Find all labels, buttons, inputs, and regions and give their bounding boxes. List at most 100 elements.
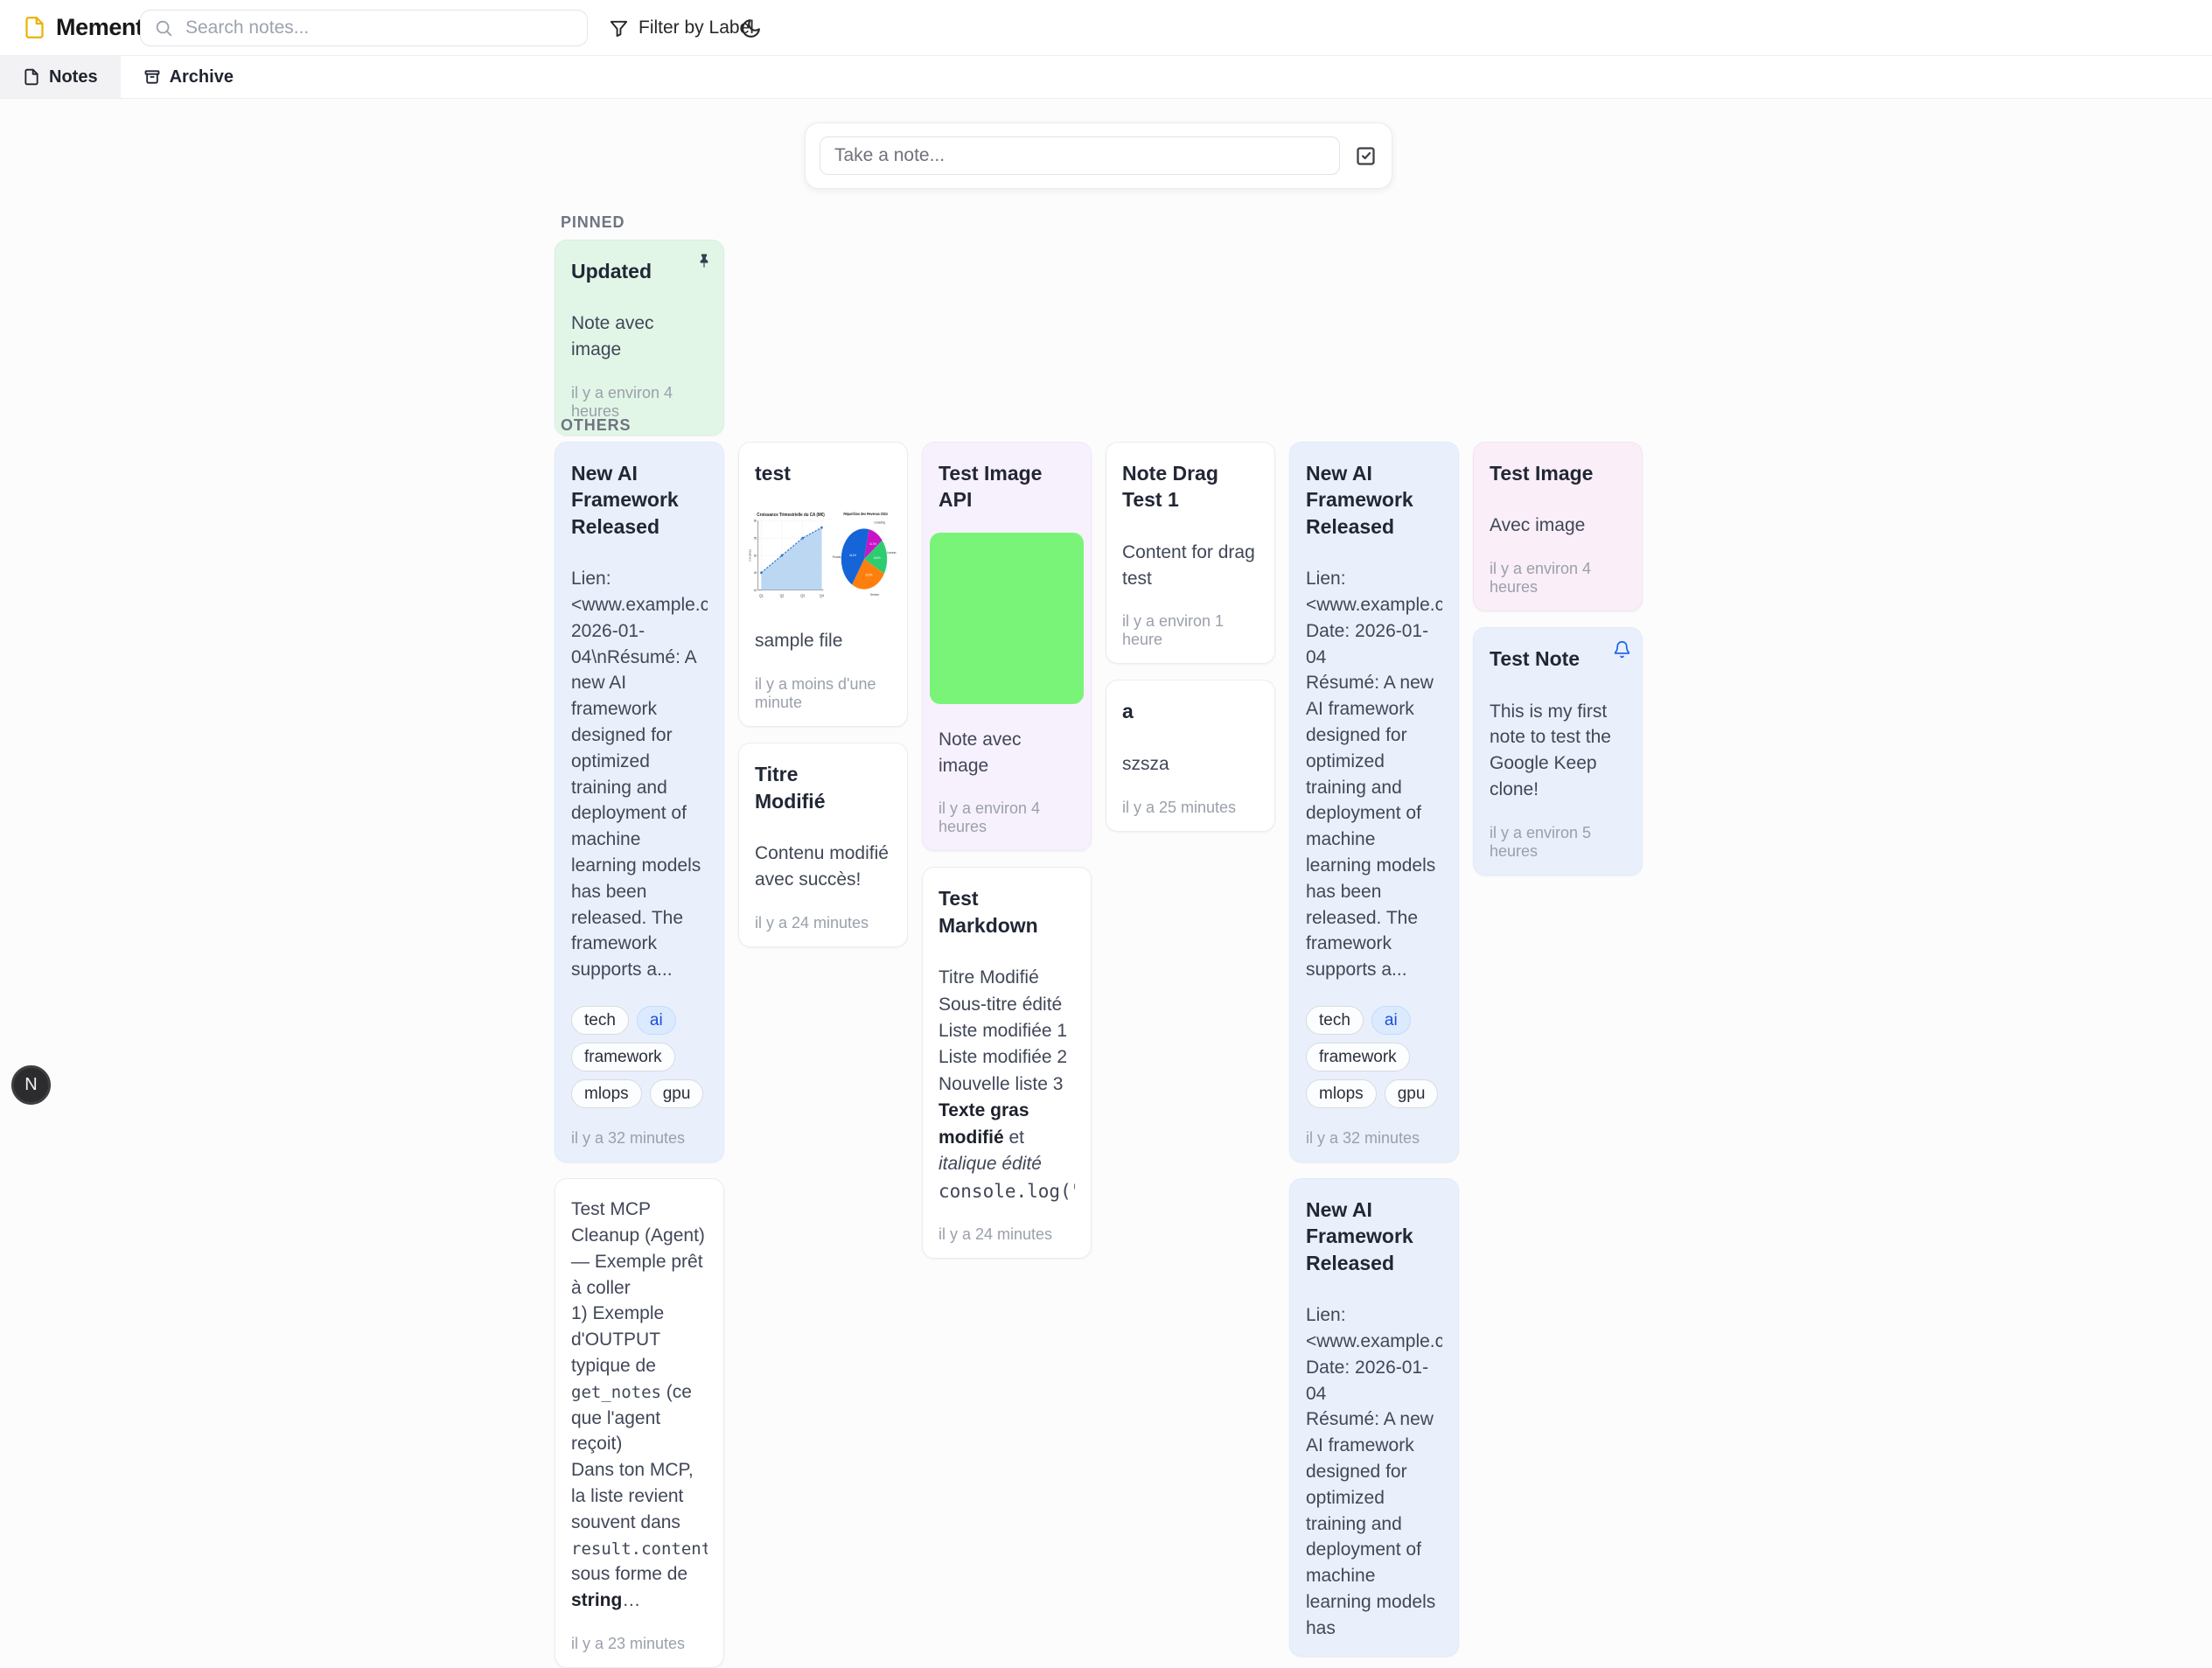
pie-chart-thumbnail[interactable]: Répartition des Revenus 2024 11.1% 18.5%… xyxy=(832,507,899,604)
archive-box-icon xyxy=(143,68,161,86)
x-tick: Q1 xyxy=(759,593,764,597)
md-line: Sous-titre édité xyxy=(939,992,1075,1018)
user-avatar-button[interactable]: N xyxy=(11,1065,51,1105)
tag-mlops[interactable]: mlops xyxy=(571,1079,642,1108)
grid-column-5: New AI Framework Released Lien: <www.exa… xyxy=(1289,442,1459,1657)
note-timestamp: il y a 32 minutes xyxy=(571,1108,708,1148)
note-card-new-ai-framework-2[interactable]: New AI Framework Released Lien: <www.exa… xyxy=(1289,442,1459,1162)
body-text: et xyxy=(1004,1127,1024,1148)
note-title: a xyxy=(1122,698,1259,724)
note-card-titre-modifie[interactable]: Titre Modifié Contenu modifié avec succè… xyxy=(738,743,908,946)
note-body: sample file xyxy=(755,628,891,654)
tag-gpu[interactable]: gpu xyxy=(650,1079,704,1108)
checkbox-check-icon xyxy=(1354,144,1378,168)
note-timestamp: il y a environ 4 heures xyxy=(939,778,1075,836)
note-card-updated[interactable]: Updated Note avec image il y a environ 4… xyxy=(555,240,724,436)
take-a-note-input[interactable] xyxy=(820,136,1340,175)
body-text: … xyxy=(622,1590,640,1610)
note-timestamp: il y a 24 minutes xyxy=(755,893,891,932)
note-body: Titre Modifié Sous-titre édité Liste mod… xyxy=(939,965,1075,1204)
note-body: Avec image xyxy=(1490,513,1626,539)
note-title: Test Note xyxy=(1490,646,1626,672)
tag-ai[interactable]: ai xyxy=(1371,1006,1411,1035)
area-chart-thumbnail[interactable]: Croissance Trimestrielle du CA (M€) xyxy=(747,507,827,604)
note-body: This is my first note to test the Google… xyxy=(1490,699,1626,803)
avatar-initial: N xyxy=(24,1075,37,1095)
md-line-bold: Texte gras modifié et xyxy=(939,1098,1075,1151)
tag-row: tech ai framework mlops gpu xyxy=(571,1006,708,1108)
note-timestamp: il y a 32 minutes xyxy=(1306,1108,1442,1148)
pinned-section-label: PINNED xyxy=(561,213,625,232)
note-image-attachments: Croissance Trimestrielle du CA (M€) xyxy=(747,507,899,604)
moon-icon xyxy=(740,17,770,39)
grid-column-3: Test Image API Note avec image il y a en… xyxy=(922,442,1092,1259)
md-line: Nouvelle liste 3 xyxy=(939,1071,1075,1098)
note-timestamp: il y a environ 5 heures xyxy=(1490,803,1626,861)
y-tick: 60 xyxy=(754,520,757,523)
note-card-test-image[interactable]: Test Image Avec image il y a environ 4 h… xyxy=(1473,442,1643,611)
reminder-bell-icon xyxy=(1613,640,1631,659)
md-line-italic: italique édité xyxy=(939,1151,1075,1177)
area-chart-title: Croissance Trimestrielle du CA (M€) xyxy=(757,513,825,519)
pie-chart-title: Répartition des Revenus 2024 xyxy=(843,512,888,517)
tab-notes[interactable]: Notes xyxy=(0,56,121,98)
note-title: Titre Modifié xyxy=(755,761,891,814)
note-body: szsza xyxy=(1122,751,1259,778)
tab-archive[interactable]: Archive xyxy=(121,56,256,98)
inline-code: result.content[0].tex xyxy=(571,1539,708,1559)
note-timestamp: il y a 24 minutes xyxy=(939,1204,1075,1244)
pie-pct: 11.1% xyxy=(869,542,876,547)
others-section-label: OTHERS xyxy=(561,416,631,435)
note-card-test[interactable]: test Croissance Trimestrielle du CA (M€) xyxy=(738,442,908,727)
note-title: Test Image xyxy=(1490,460,1626,486)
pin-button[interactable] xyxy=(695,253,713,270)
tag-mlops[interactable]: mlops xyxy=(1306,1079,1377,1108)
app-header: Memento Filter by Label xyxy=(0,0,2212,56)
body-text: (ce que l'agent reçoit) Dans ton MCP, la… xyxy=(571,1382,699,1532)
grid-column-2: test Croissance Trimestrielle du CA (M€) xyxy=(738,442,908,947)
note-card-test-image-api[interactable]: Test Image API Note avec image il y a en… xyxy=(922,442,1092,851)
search-icon xyxy=(154,18,173,38)
tag-gpu[interactable]: gpu xyxy=(1385,1079,1439,1108)
new-checklist-button[interactable] xyxy=(1354,144,1378,168)
note-title: Test Markdown xyxy=(939,885,1075,939)
body-text: Test MCP Cleanup (Agent) — Exemple prêt … xyxy=(571,1199,708,1376)
note-body: Contenu modifié avec succès! xyxy=(755,841,891,893)
tag-tech[interactable]: tech xyxy=(571,1006,629,1035)
filter-by-label-button[interactable]: Filter by Label xyxy=(604,0,759,56)
grid-column-1: New AI Framework Released Lien: <www.exa… xyxy=(555,442,724,1668)
note-body: Lien: <www.example.com> Date: 2026-01-04… xyxy=(1306,566,1442,983)
y-tick: 45 xyxy=(754,571,757,575)
app-logo-file-icon xyxy=(23,16,46,39)
search-input[interactable] xyxy=(184,17,574,39)
tab-notes-label: Notes xyxy=(49,67,98,87)
note-card-new-ai-framework-3-clipped[interactable]: New AI Framework Released Lien: <www.exa… xyxy=(1289,1178,1459,1657)
pie-label: Licences xyxy=(887,551,897,555)
tag-tech[interactable]: tech xyxy=(1306,1006,1364,1035)
dark-mode-toggle[interactable] xyxy=(740,13,770,43)
tab-archive-label: Archive xyxy=(170,67,234,87)
y-tick: 40 xyxy=(754,589,757,592)
inline-code: get_notes xyxy=(571,1383,661,1402)
tag-framework[interactable]: framework xyxy=(571,1043,675,1071)
md-line: Liste modifiée 1 xyxy=(939,1018,1075,1044)
note-card-note-drag-test-1[interactable]: Note Drag Test 1 Content for drag test i… xyxy=(1106,442,1275,664)
note-timestamp: il y a environ 1 heure xyxy=(1122,591,1259,649)
note-composer[interactable] xyxy=(805,122,1392,189)
note-image-green[interactable] xyxy=(930,533,1084,704)
note-title: New AI Framework Released xyxy=(571,460,708,540)
note-card-a[interactable]: a szsza il y a 25 minutes xyxy=(1106,680,1275,831)
note-card-new-ai-framework-1[interactable]: New AI Framework Released Lien: <www.exa… xyxy=(555,442,724,1162)
note-title: Note Drag Test 1 xyxy=(1122,460,1259,513)
md-line: Liste modifiée 2 xyxy=(939,1044,1075,1071)
search-box[interactable] xyxy=(140,10,588,46)
tag-framework[interactable]: framework xyxy=(1306,1043,1410,1071)
md-line: Titre Modifié xyxy=(939,965,1075,991)
note-title: test xyxy=(755,460,891,486)
note-card-test-note[interactable]: Test Note This is my first note to test … xyxy=(1473,627,1643,876)
md-line-code: console.log("Code mod xyxy=(939,1178,1075,1204)
note-card-test-markdown[interactable]: Test Markdown Titre Modifié Sous-titre é… xyxy=(922,867,1092,1259)
note-timestamp: il y a environ 4 heures xyxy=(1490,539,1626,597)
tag-ai[interactable]: ai xyxy=(637,1006,676,1035)
note-card-test-mcp-cleanup[interactable]: Test MCP Cleanup (Agent) — Exemple prêt … xyxy=(555,1178,724,1668)
